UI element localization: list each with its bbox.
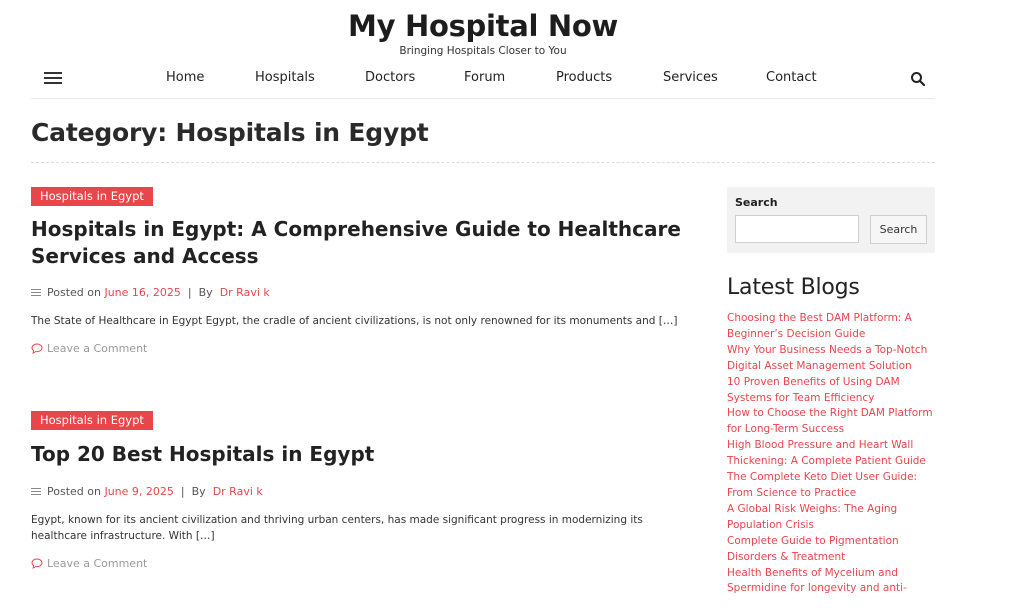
- comment-bubble-icon: [31, 558, 43, 569]
- divider: [31, 162, 935, 163]
- search-icon[interactable]: [910, 71, 926, 87]
- post-meta: Posted on June 9, 2025 | By Dr Ravi k: [31, 485, 263, 498]
- hamburger-menu-icon[interactable]: [44, 72, 62, 86]
- comment-bubble-icon: [31, 343, 43, 354]
- latest-blogs-heading: Latest Blogs: [727, 275, 860, 300]
- page: My Hospital Now Bringing Hospitals Close…: [0, 0, 1024, 616]
- post-author[interactable]: Dr Ravi k: [213, 485, 263, 498]
- latest-blog-link[interactable]: The Complete Keto Diet User Guide: From …: [727, 470, 937, 502]
- latest-blog-link[interactable]: High Blood Pressure and Heart Wall Thick…: [727, 438, 937, 470]
- sidebar-search-widget: Search Search: [727, 187, 935, 253]
- nav-item-services[interactable]: Services: [663, 70, 718, 85]
- nav-item-hospitals[interactable]: Hospitals: [255, 70, 315, 85]
- latest-blog-link[interactable]: Choosing the Best DAM Platform: A Beginn…: [727, 311, 937, 343]
- leave-comment-label: Leave a Comment: [47, 557, 148, 570]
- list-lines-icon: [31, 288, 41, 297]
- main-nav: Home Hospitals Doctors Forum Products Se…: [31, 62, 935, 99]
- latest-blogs-list: Choosing the Best DAM Platform: A Beginn…: [727, 311, 937, 597]
- leave-comment-link[interactable]: Leave a Comment: [31, 557, 147, 570]
- posted-on-label: Posted on: [47, 485, 101, 498]
- site-title[interactable]: My Hospital Now: [0, 8, 966, 44]
- post-date[interactable]: June 16, 2025: [104, 286, 180, 299]
- post-title[interactable]: Hospitals in Egypt: A Comprehensive Guid…: [31, 216, 691, 270]
- latest-blog-link[interactable]: Why Your Business Needs a Top-Notch Digi…: [727, 343, 937, 375]
- meta-separator: |: [187, 286, 192, 299]
- latest-blog-link[interactable]: A Global Risk Weighs: The Aging Populati…: [727, 502, 937, 534]
- by-label: By: [198, 286, 213, 299]
- nav-item-home[interactable]: Home: [166, 70, 204, 85]
- site-tagline: Bringing Hospitals Closer to You: [399, 45, 567, 57]
- post-excerpt: The State of Healthcare in Egypt Egypt, …: [31, 315, 678, 327]
- post-title[interactable]: Top 20 Best Hospitals in Egypt: [31, 441, 691, 468]
- latest-blog-link[interactable]: 10 Proven Benefits of Using DAM Systems …: [727, 375, 937, 407]
- post-excerpt: Egypt, known for its ancient civilizatio…: [31, 514, 643, 542]
- search-label: Search: [735, 196, 778, 209]
- leave-comment-label: Leave a Comment: [47, 342, 148, 355]
- search-input[interactable]: [735, 215, 859, 243]
- leave-comment-link[interactable]: Leave a Comment: [31, 342, 147, 355]
- latest-blog-link[interactable]: Health Benefits of Mycelium and Spermidi…: [727, 566, 937, 598]
- nav-item-products[interactable]: Products: [556, 70, 612, 85]
- list-lines-icon: [31, 487, 41, 496]
- search-button[interactable]: Search: [870, 215, 927, 244]
- posted-on-label: Posted on: [47, 286, 101, 299]
- nav-item-contact[interactable]: Contact: [766, 70, 817, 85]
- latest-blog-link[interactable]: How to Choose the Right DAM Platform for…: [727, 406, 937, 438]
- nav-item-forum[interactable]: Forum: [464, 70, 505, 85]
- nav-item-doctors[interactable]: Doctors: [365, 70, 415, 85]
- category-badge[interactable]: Hospitals in Egypt: [31, 187, 153, 206]
- post-author[interactable]: Dr Ravi k: [220, 286, 270, 299]
- by-label: By: [191, 485, 206, 498]
- category-badge[interactable]: Hospitals in Egypt: [31, 411, 153, 430]
- post-date[interactable]: June 9, 2025: [104, 485, 173, 498]
- post-meta: Posted on June 16, 2025 | By Dr Ravi k: [31, 286, 270, 299]
- latest-blog-link[interactable]: Complete Guide to Pigmentation Disorders…: [727, 534, 937, 566]
- meta-separator: |: [180, 485, 185, 498]
- page-title: Category: Hospitals in Egypt: [31, 118, 429, 147]
